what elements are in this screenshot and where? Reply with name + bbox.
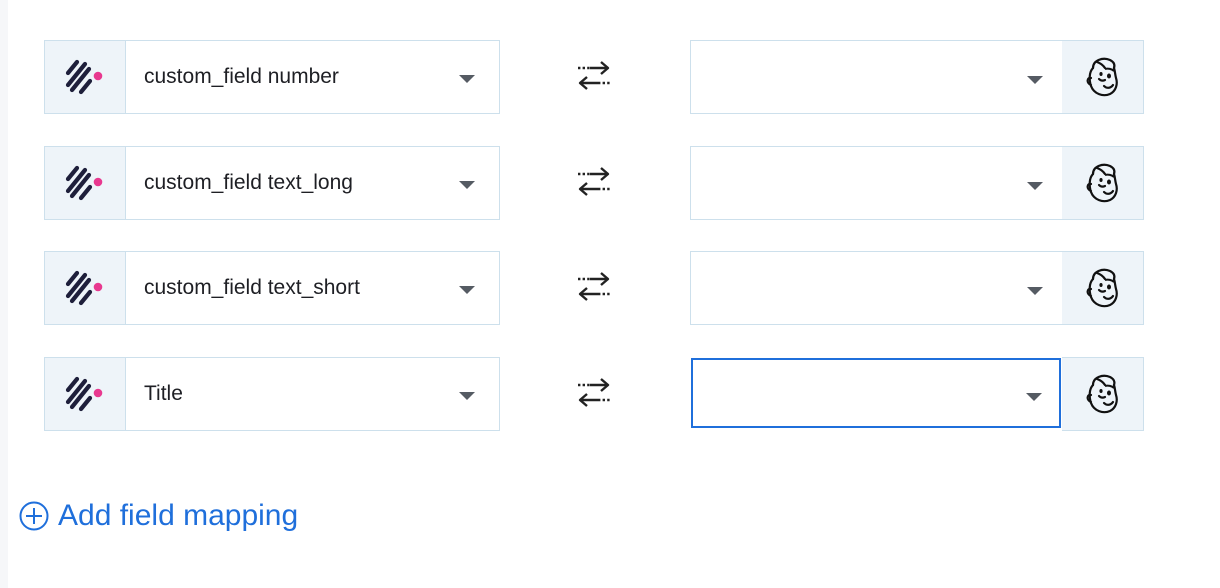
source-field-value: Title <box>144 382 183 405</box>
field-mapping-row: Title <box>44 357 1144 431</box>
mailchimp-logo-icon <box>1086 268 1118 308</box>
chevron-down-icon[interactable] <box>459 286 475 294</box>
brand-slashes-logo-icon <box>65 270 103 306</box>
target-app-icon-box <box>1062 251 1144 325</box>
swap-arrows-icon <box>578 167 610 196</box>
chevron-down-icon[interactable] <box>459 392 475 400</box>
swap-arrows-icon <box>578 61 610 90</box>
target-app-icon-box <box>1062 40 1144 114</box>
target-app-icon-box <box>1062 146 1144 220</box>
target-field-select[interactable] <box>690 146 1064 220</box>
target-app-icon-box <box>1062 357 1144 431</box>
source-field-value: custom_field text_short <box>144 276 360 299</box>
plus-circle-icon <box>19 501 49 531</box>
field-mapping-row: custom_field text_long <box>44 146 1144 220</box>
chevron-down-icon[interactable] <box>1027 182 1043 190</box>
target-field-select[interactable] <box>691 358 1061 428</box>
chevron-down-icon[interactable] <box>1027 287 1043 295</box>
source-field-select[interactable]: Title <box>44 357 500 431</box>
source-field-select[interactable]: custom_field text_long <box>44 146 500 220</box>
brand-slashes-logo-icon <box>65 59 103 95</box>
source-app-icon-box <box>45 41 126 113</box>
add-field-mapping-button[interactable]: Add field mapping <box>18 496 298 536</box>
field-mapping-row: custom_field text_short <box>44 251 1144 325</box>
field-mapping-row: custom_field number <box>44 40 1144 114</box>
chevron-down-icon[interactable] <box>459 75 475 83</box>
mailchimp-logo-icon <box>1086 374 1118 414</box>
chevron-down-icon[interactable] <box>459 181 475 189</box>
source-field-value: custom_field text_long <box>144 171 353 194</box>
brand-slashes-logo-icon <box>65 165 103 201</box>
swap-arrows-icon <box>578 272 610 301</box>
source-app-icon-box <box>45 252 126 324</box>
left-panel-edge <box>0 0 8 588</box>
chevron-down-icon[interactable] <box>1027 76 1043 84</box>
source-field-select[interactable]: custom_field text_short <box>44 251 500 325</box>
swap-arrows-icon <box>578 378 610 407</box>
source-app-icon-box <box>45 147 126 219</box>
target-field-select[interactable] <box>690 251 1064 325</box>
brand-slashes-logo-icon <box>65 376 103 412</box>
target-field-select[interactable] <box>690 40 1064 114</box>
mailchimp-logo-icon <box>1086 163 1118 203</box>
chevron-down-icon[interactable] <box>1026 393 1042 401</box>
source-field-select[interactable]: custom_field number <box>44 40 500 114</box>
mailchimp-logo-icon <box>1086 57 1118 97</box>
source-field-value: custom_field number <box>144 65 339 88</box>
add-field-mapping-label: Add field mapping <box>58 499 299 532</box>
source-app-icon-box <box>45 358 126 430</box>
